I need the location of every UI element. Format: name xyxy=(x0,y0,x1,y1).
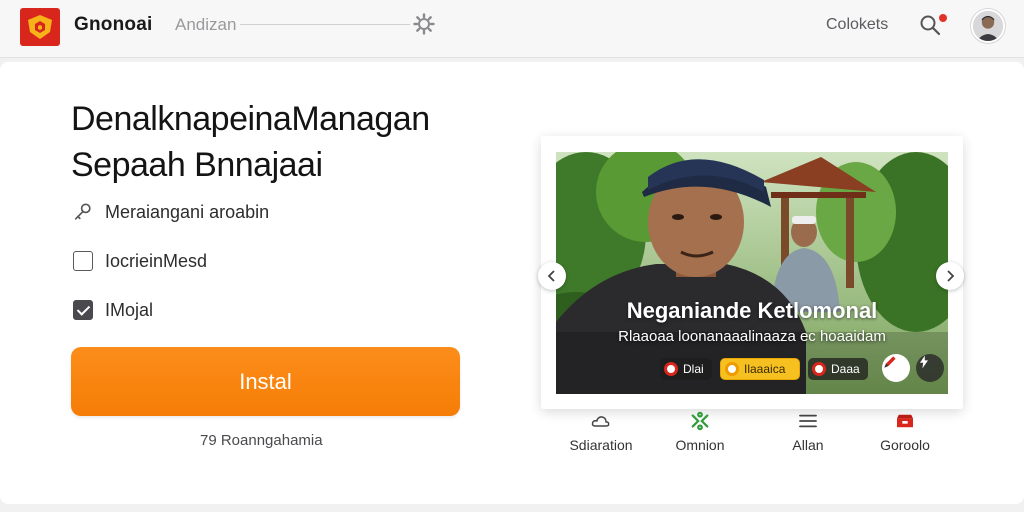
notification-dot xyxy=(939,14,947,22)
carousel-next-button[interactable] xyxy=(936,262,964,290)
option-label: IMojal xyxy=(105,299,154,320)
tab-allan[interactable]: Allan xyxy=(753,410,863,453)
title-line-1: DenalknapeinaManagan xyxy=(71,100,430,138)
chip-label: Ilaaaica xyxy=(744,362,786,376)
key-icon xyxy=(72,201,94,223)
record-icon xyxy=(812,362,826,376)
option-feature[interactable]: Meraiangani aroabin xyxy=(72,199,269,225)
gear-icon[interactable] xyxy=(413,13,435,35)
rating-text: 79 Roanngahamia xyxy=(200,432,323,449)
tab-label: Sdiaration xyxy=(569,437,633,453)
option-checkbox-2[interactable]: IMojal xyxy=(72,297,153,323)
pencil-icon xyxy=(884,356,896,368)
tab-label: Allan xyxy=(792,437,824,453)
brand-logo[interactable] xyxy=(20,8,60,46)
chip-dlai[interactable]: Dlai xyxy=(660,358,712,380)
tab-goroolo[interactable]: Goroolo xyxy=(850,410,960,453)
tab-label: Omnion xyxy=(675,437,725,453)
brand-name: Gnonoai xyxy=(74,14,153,35)
more-button[interactable] xyxy=(916,354,944,382)
contacts-link[interactable]: Colokets xyxy=(826,16,888,34)
edit-button[interactable] xyxy=(882,354,910,382)
tab-label: Goroolo xyxy=(880,437,930,453)
bolt-icon xyxy=(920,355,928,369)
checkbox-checked[interactable] xyxy=(73,300,93,320)
option-label: IocrieinMesd xyxy=(105,250,208,271)
nav-divider xyxy=(240,24,410,25)
chip-label: Dlai xyxy=(683,362,704,376)
page-title: DenalknapeinaManagan Sepaah Bnnajaai xyxy=(71,96,491,188)
record-icon xyxy=(725,362,739,376)
install-button[interactable]: Instal xyxy=(71,347,460,416)
checkbox-unchecked[interactable] xyxy=(73,251,93,271)
title-line-2: Sepaah Bnnajaai xyxy=(71,146,323,184)
chip-label: Daaa xyxy=(831,362,860,376)
menu-icon xyxy=(799,414,817,428)
chevron-right-icon xyxy=(947,270,955,282)
shield-icon xyxy=(28,15,52,39)
cloud-icon xyxy=(591,416,610,427)
video-title: Neganiande Ketlomonal xyxy=(626,298,878,323)
user-photo-icon xyxy=(973,11,1003,41)
network-icon xyxy=(691,411,709,431)
media-image[interactable]: Neganiande Ketlomonal Rlaaoaa loonanaaal… xyxy=(556,152,948,394)
chip-daaa[interactable]: Daaa xyxy=(808,358,868,380)
tab-omnion[interactable]: Omnion xyxy=(645,410,755,453)
chevron-left-icon xyxy=(547,270,555,282)
carousel-prev-button[interactable] xyxy=(538,262,566,290)
tab-sdiaration[interactable]: Sdiaration xyxy=(546,410,656,453)
avatar[interactable] xyxy=(971,9,1005,43)
video-subtitle: Rlaaoaa loonanaaalinaaza ec hoaaidam xyxy=(618,328,886,345)
inbox-icon xyxy=(897,414,913,428)
nav-link[interactable]: Andizan xyxy=(175,15,236,35)
option-label: Meraiangani aroabin xyxy=(105,201,270,222)
record-icon xyxy=(664,362,678,376)
top-bar: Gnonoai Andizan Colokets xyxy=(0,0,1024,58)
chip-ilaaaica[interactable]: Ilaaaica xyxy=(720,358,800,380)
option-checkbox-1[interactable]: IocrieinMesd xyxy=(72,248,207,274)
